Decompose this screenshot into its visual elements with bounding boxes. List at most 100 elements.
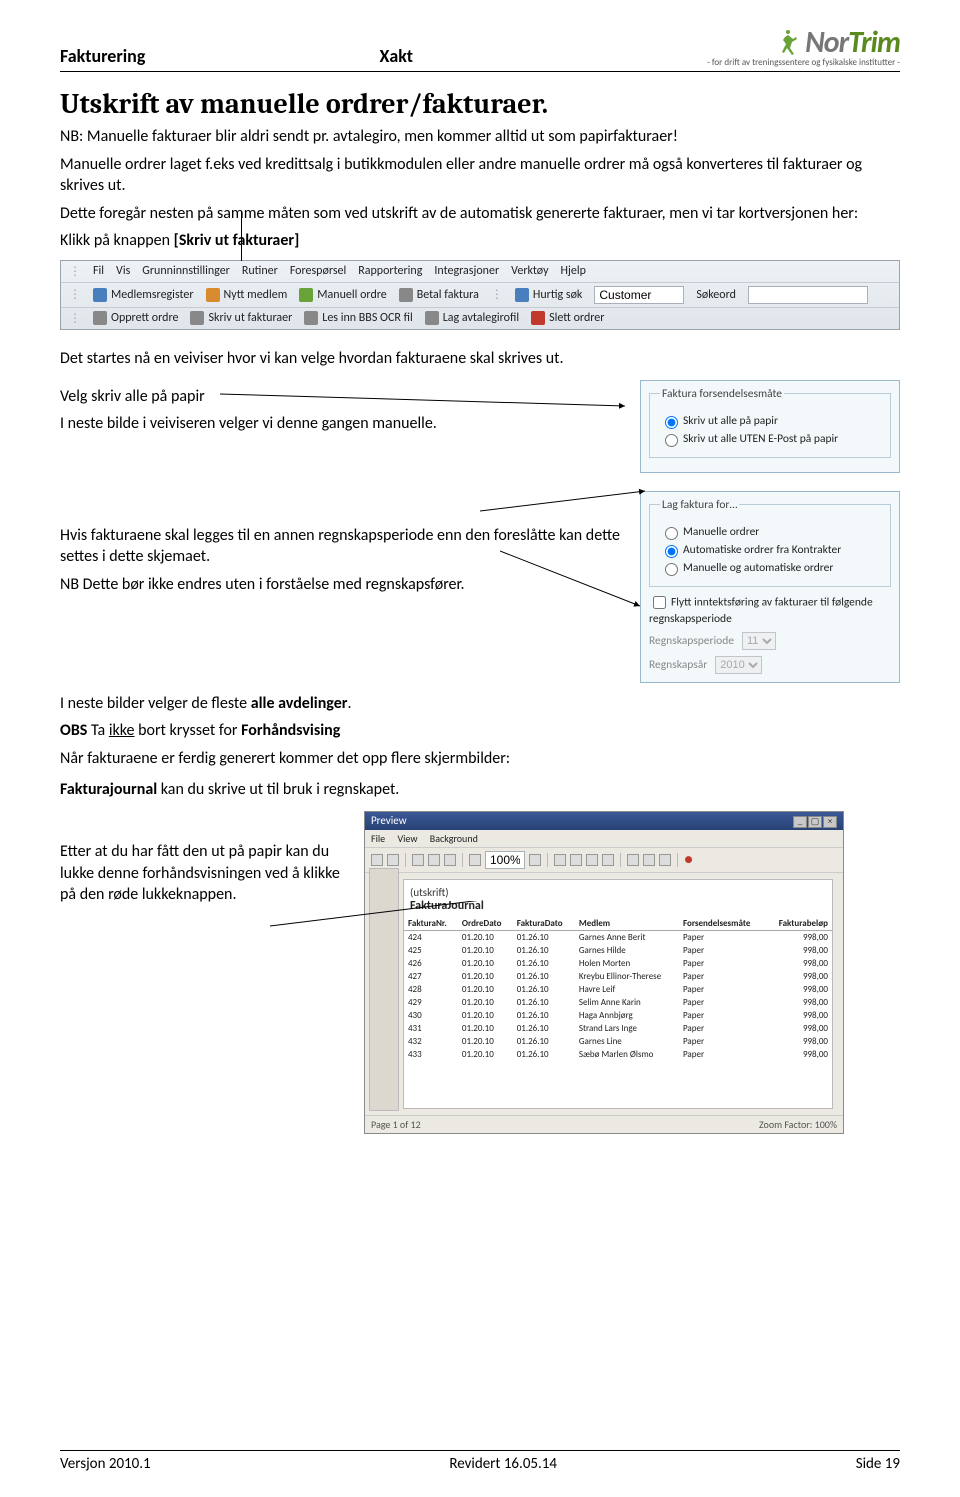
page-footer: Versjon 2010.1 Revidert 16.05.14 Side 19: [60, 1450, 900, 1473]
footer-center: Revidert 16.05.14: [449, 1455, 557, 1473]
app-toolbar-screenshot: ⋮ Fil Vis Grunninnstillinger Rutiner For…: [60, 260, 900, 330]
tool-icon[interactable]: [659, 854, 671, 866]
table-header: Forsendelsesmåte: [679, 917, 766, 931]
radio-automatiske-ordrer[interactable]: Automatiske ordrer fra Kontrakter: [660, 542, 882, 558]
logo: NorTrim - for drift av treningssentere o…: [707, 28, 900, 67]
menu-background[interactable]: Background: [430, 832, 478, 845]
menu-foresporsel[interactable]: Forespørsel: [290, 264, 346, 278]
table-row: 43101.20.1001.26.10Strand Lars IngePaper…: [404, 1022, 832, 1035]
regnskapsperiode-label: Regnskapsperiode: [649, 634, 734, 648]
chk-flytt-inntektsforing[interactable]: Flytt inntektsføring av fakturaer til fø…: [649, 593, 891, 626]
radio-manuelle-og-automatiske[interactable]: Manuelle og automatiske ordrer: [660, 560, 882, 576]
btn-slett-ordrer[interactable]: Slett ordrer: [531, 311, 604, 325]
table-row: 42401.20.1001.26.10Garnes Anne BeritPape…: [404, 930, 832, 944]
btn-nytt-medlem[interactable]: Nytt medlem: [206, 288, 288, 302]
runner-icon: [779, 28, 801, 58]
logo-suffix: Trim: [848, 24, 900, 61]
person-add-icon: [206, 288, 220, 302]
btn-medlemsregister[interactable]: Medlemsregister: [93, 288, 194, 302]
header-left: Fakturering: [60, 45, 145, 67]
menu-integrasjoner[interactable]: Integrasjoner: [434, 264, 499, 278]
btn-manuell-ordre[interactable]: Manuell ordre: [299, 288, 386, 302]
paragraph-13: Fakturajournal kan du skrive ut til bruk…: [60, 779, 900, 801]
zoom-out-icon[interactable]: [469, 854, 481, 866]
people-icon: [93, 288, 107, 302]
preview-status: Page 1 of 12 Zoom Factor: 100%: [365, 1115, 843, 1133]
tool-icon[interactable]: [428, 854, 440, 866]
tool-icon[interactable]: [387, 854, 399, 866]
menu-hjelp[interactable]: Hjelp: [561, 264, 586, 278]
tool-icon[interactable]: [444, 854, 456, 866]
table-header: FakturaDato: [513, 917, 575, 931]
footer-left: Versjon 2010.1: [60, 1455, 151, 1473]
radio-skriv-uten-epost[interactable]: Skriv ut alle UTEN E-Post på papir: [660, 431, 882, 447]
footer-right: Side 19: [856, 1455, 900, 1473]
report-table: FakturaNr.OrdreDatoFakturaDatoMedlemFors…: [404, 917, 832, 1061]
regnskapsperiode-select: 11: [742, 632, 776, 650]
panel1-legend: Faktura forsendelsesmåte: [660, 387, 784, 401]
preview-menu: File View Background: [365, 830, 843, 848]
preview-window: Preview _▢× File View Background: [364, 811, 844, 1134]
paragraph-1: NB: Manuelle fakturaer blir aldri sendt …: [60, 126, 900, 148]
menu-rutiner[interactable]: Rutiner: [242, 264, 278, 278]
pay-icon: [399, 288, 413, 302]
menu-rapportering[interactable]: Rapportering: [358, 264, 422, 278]
menu-fil[interactable]: Fil: [93, 264, 104, 278]
sokeord-input[interactable]: [748, 286, 868, 304]
table-row: 43201.20.1001.26.10Garnes LinePaper998,0…: [404, 1035, 832, 1048]
toolbar-row-2: ⋮ Medlemsregister Nytt medlem Manuell or…: [61, 283, 899, 308]
paragraph-11: OBS Ta ikke bort krysset for Forhåndsvis…: [60, 720, 900, 742]
regnskapsar-select: 2010: [715, 656, 762, 674]
menu-verktoy[interactable]: Verktøy: [511, 264, 548, 278]
page-title: Utskrift av manuelle ordrer/fakturaer.: [60, 88, 900, 120]
panel2-legend: Lag faktura for…: [660, 498, 739, 512]
maximize-icon[interactable]: ▢: [808, 816, 822, 828]
tool-icon[interactable]: [412, 854, 424, 866]
header-center: Xakt: [379, 45, 413, 67]
table-row: 42901.20.1001.26.10Selim Anne KarinPaper…: [404, 996, 832, 1009]
search-icon: [515, 288, 529, 302]
nav-prev-icon[interactable]: [570, 854, 582, 866]
radio-manuelle-ordrer[interactable]: Manuelle ordrer: [660, 524, 882, 540]
zoom-in-icon[interactable]: [529, 854, 541, 866]
paragraph-2: Manuelle ordrer laget f.eks ved kreditts…: [60, 154, 900, 197]
btn-les-inn-ocr[interactable]: Les inn BBS OCR fil: [304, 311, 412, 325]
sokeord-label: Søkeord: [696, 288, 736, 302]
page-header: Fakturering Xakt NorTrim - for drift av …: [60, 28, 900, 72]
tool-icon[interactable]: [643, 854, 655, 866]
close-icon[interactable]: ×: [823, 816, 837, 828]
menu-grunninnstillinger[interactable]: Grunninnstillinger: [142, 264, 230, 278]
menu-vis[interactable]: Vis: [116, 264, 130, 278]
btn-betal-faktura[interactable]: Betal faktura: [399, 288, 479, 302]
nav-last-icon[interactable]: [602, 854, 614, 866]
paragraph-9: NB Dette bør ikke endres uten i forståel…: [60, 574, 626, 596]
btn-lag-avtalegirofil[interactable]: Lag avtalegirofil: [425, 311, 519, 325]
table-row: 42501.20.1001.26.10Garnes HildePaper998,…: [404, 944, 832, 957]
btn-opprett-ordre[interactable]: Opprett ordre: [93, 311, 178, 325]
paragraph-4: Klikk på knappen [Skriv ut fakturaer]: [60, 230, 900, 252]
paragraph-14: Etter at du har fått den ut på papir kan…: [60, 841, 350, 906]
zoom-input[interactable]: [485, 851, 525, 869]
nav-next-icon[interactable]: [586, 854, 598, 866]
radio-skriv-alle-papir[interactable]: Skriv ut alle på papir: [660, 413, 882, 429]
panel-lag-faktura-for: Lag faktura for… Manuelle ordrer Automat…: [640, 491, 900, 683]
thumbnail-pane: [369, 868, 399, 1111]
paragraph-5: Det startes nå en veiviser hvor vi kan v…: [60, 348, 900, 370]
nav-first-icon[interactable]: [554, 854, 566, 866]
close-preview-button[interactable]: ●: [684, 851, 693, 869]
btn-skriv-ut-fakturaer[interactable]: Skriv ut fakturaer: [190, 311, 292, 325]
report-page: (utskrift) FakturaJournal FakturaNr.Ordr…: [403, 879, 833, 1109]
menu-view[interactable]: View: [397, 832, 417, 845]
minimize-icon[interactable]: _: [793, 816, 807, 828]
paragraph-12: Når fakturaene er ferdig generert kommer…: [60, 748, 900, 770]
hurtig-sok-input[interactable]: [594, 286, 684, 304]
tool-icon[interactable]: [371, 854, 383, 866]
panel-forsendelsesmaate: Faktura forsendelsesmåte Skriv ut alle p…: [640, 380, 900, 473]
paragraph-3: Dette foregår nesten på samme måten som …: [60, 203, 900, 225]
pointer-line-icon: [241, 211, 242, 261]
preview-title: Preview: [371, 814, 407, 827]
menu-file[interactable]: File: [371, 832, 385, 845]
menu-bar: ⋮ Fil Vis Grunninnstillinger Rutiner For…: [61, 261, 899, 283]
import-icon: [304, 311, 318, 325]
tool-icon[interactable]: [627, 854, 639, 866]
